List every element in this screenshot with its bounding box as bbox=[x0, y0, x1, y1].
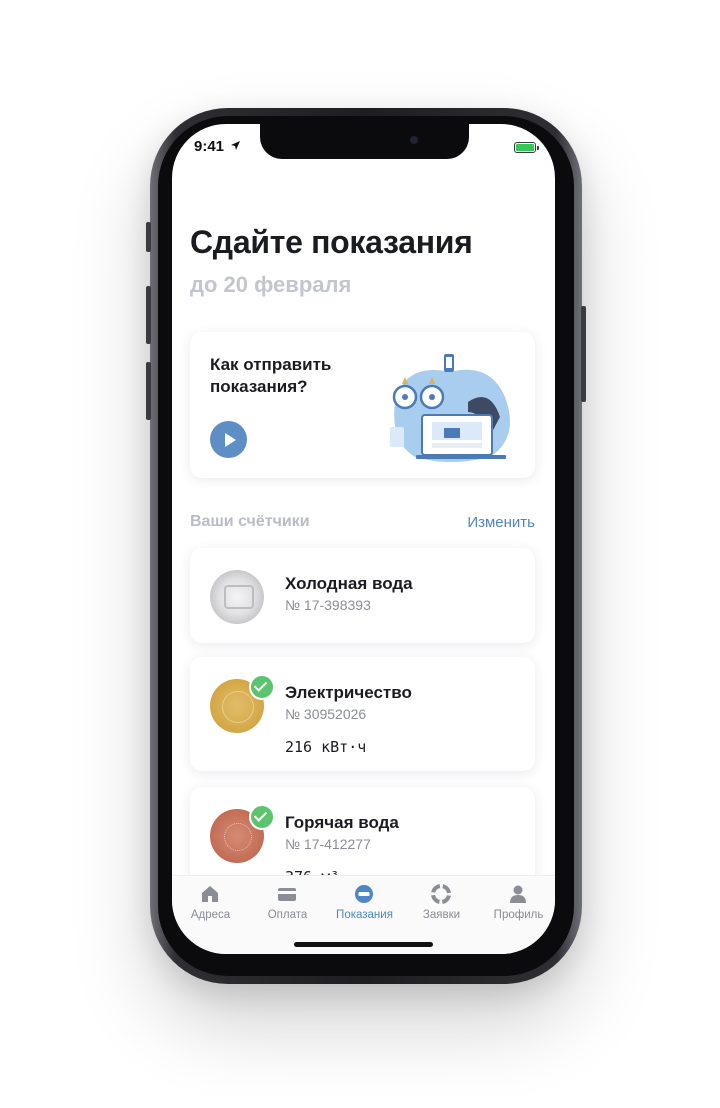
tab-requests[interactable]: Заявки bbox=[403, 876, 480, 932]
howto-illustration bbox=[390, 354, 510, 462]
tab-label: Профиль bbox=[493, 909, 544, 921]
volume-up-button bbox=[146, 286, 151, 344]
card-icon bbox=[278, 888, 296, 901]
tab-label: Заявки bbox=[422, 909, 461, 921]
deadline-subtitle: до 20 февраля bbox=[190, 272, 352, 297]
tab-profile[interactable]: Профиль bbox=[480, 876, 555, 932]
tab-label: Показания bbox=[336, 909, 393, 921]
notch bbox=[260, 124, 469, 159]
meter-card-cold-water[interactable]: Холодная вода № 17-398393 bbox=[190, 548, 535, 643]
howto-text: Как отправить показания? bbox=[210, 355, 332, 396]
play-icon[interactable] bbox=[210, 421, 247, 458]
camera bbox=[410, 136, 418, 144]
section-label: Ваши счётчики bbox=[190, 513, 310, 530]
mute-switch bbox=[146, 222, 151, 252]
volume-down-button bbox=[146, 362, 151, 420]
meter-icon bbox=[355, 885, 373, 903]
power-button bbox=[581, 306, 586, 402]
howto-card[interactable]: Как отправить показания? bbox=[190, 332, 535, 478]
meter-number: № 17-398393 bbox=[285, 597, 371, 613]
home-indicator[interactable] bbox=[294, 942, 433, 947]
tab-label: Оплата bbox=[267, 909, 308, 921]
meter-name: Электричество bbox=[285, 683, 412, 702]
home-icon bbox=[202, 886, 218, 902]
meter-name: Горячая вода bbox=[285, 813, 399, 832]
meter-card-electricity[interactable]: Электричество № 30952026 216 кВт·ч bbox=[190, 657, 535, 771]
status-time: 9:41 bbox=[194, 138, 225, 155]
tab-addresses[interactable]: Адреса bbox=[172, 876, 249, 932]
meter-number: № 17-412277 bbox=[285, 836, 371, 852]
phone-screen: 9:41 Сдайте показания до 20 февраля Как … bbox=[172, 124, 555, 954]
check-icon bbox=[249, 674, 275, 700]
check-icon bbox=[249, 804, 275, 830]
cold-water-meter-icon bbox=[210, 570, 264, 624]
lifebuoy-icon bbox=[431, 884, 451, 904]
person-icon bbox=[510, 885, 526, 903]
tab-payment[interactable]: Оплата bbox=[249, 876, 326, 932]
meter-reading: 216 кВт·ч bbox=[285, 738, 367, 756]
page-title: Сдайте показания bbox=[190, 224, 473, 260]
edit-meters-link[interactable]: Изменить bbox=[467, 514, 535, 531]
tab-label: Адреса bbox=[190, 909, 231, 921]
meter-name: Холодная вода bbox=[285, 574, 413, 593]
location-arrow-icon bbox=[231, 141, 240, 150]
meter-number: № 30952026 bbox=[285, 706, 367, 722]
tab-readings[interactable]: Показания bbox=[326, 876, 403, 932]
battery-icon bbox=[514, 142, 539, 153]
